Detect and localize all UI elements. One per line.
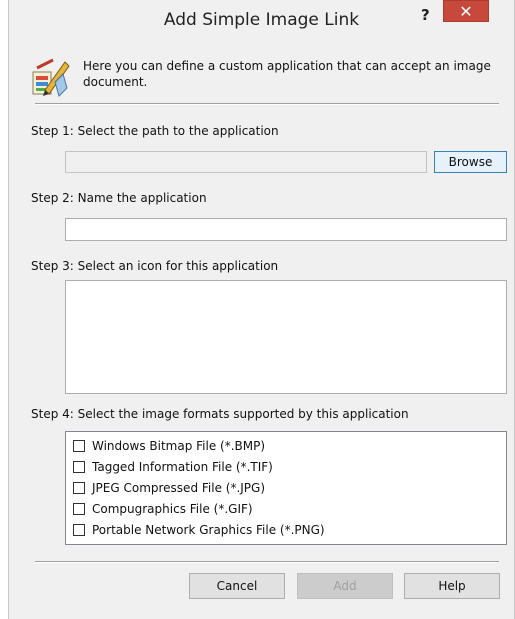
format-label: JPEG Compressed File (*.JPG) [92, 481, 266, 495]
checkbox[interactable] [73, 503, 85, 515]
title-bar: Add Simple Image Link ? ✕ [9, 0, 514, 40]
image-formats-list: Windows Bitmap File (*.BMP) Tagged Infor… [65, 431, 507, 545]
add-simple-image-link-dialog: Add Simple Image Link ? ✕ Here you can d… [8, 0, 515, 619]
bottom-divider [35, 561, 499, 563]
browse-button[interactable]: Browse [434, 151, 507, 173]
step2-label: Step 2: Name the application [31, 191, 207, 205]
help-button[interactable]: Help [404, 573, 500, 599]
help-icon[interactable]: ? [421, 6, 430, 24]
intro-description: Here you can define a custom application… [83, 59, 491, 89]
top-divider [35, 103, 499, 105]
icon-selection-list[interactable] [65, 280, 507, 394]
checkbox[interactable] [73, 461, 85, 473]
application-path-field[interactable] [65, 151, 427, 173]
format-item-bmp[interactable]: Windows Bitmap File (*.BMP) [73, 437, 265, 455]
cancel-button[interactable]: Cancel [189, 573, 285, 599]
format-label: Tagged Information File (*.TIF) [92, 460, 273, 474]
application-paint-icon [32, 58, 70, 97]
close-button[interactable]: ✕ [443, 0, 489, 22]
step4-label: Step 4: Select the image formats support… [31, 407, 409, 421]
format-item-jpg[interactable]: JPEG Compressed File (*.JPG) [73, 479, 265, 497]
step3-label: Step 3: Select an icon for this applicat… [31, 259, 279, 273]
format-item-gif[interactable]: Compugraphics File (*.GIF) [73, 500, 253, 518]
format-label: Windows Bitmap File (*.BMP) [92, 439, 266, 453]
format-label: Portable Network Graphics File (*.PNG) [92, 523, 325, 537]
checkbox[interactable] [73, 524, 85, 536]
format-item-png[interactable]: Portable Network Graphics File (*.PNG) [73, 521, 325, 539]
format-item-tif[interactable]: Tagged Information File (*.TIF) [73, 458, 273, 476]
dialog-title: Add Simple Image Link [163, 10, 360, 30]
add-button[interactable]: Add [297, 573, 393, 599]
checkbox[interactable] [73, 440, 85, 452]
checkbox[interactable] [73, 482, 85, 494]
application-name-field[interactable] [65, 218, 507, 241]
step1-label: Step 1: Select the path to the applicati… [31, 124, 279, 138]
format-label: Compugraphics File (*.GIF) [92, 502, 253, 516]
